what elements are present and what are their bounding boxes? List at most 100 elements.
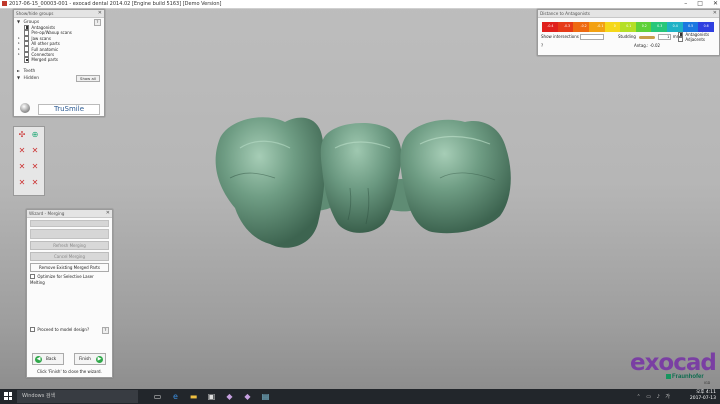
color-scale-label: 0 [613,24,616,28]
close-icon[interactable]: ✕ [106,210,110,217]
task-view-icon[interactable]: ▭ [152,391,163,402]
refresh-merging-button[interactable]: Refresh Merging [30,241,109,250]
view-top-icon[interactable]: ✕ [16,177,28,189]
studding-slider[interactable] [639,35,656,39]
hidden-section[interactable]: ▼ Hidden Show all [14,74,104,82]
checkbox[interactable] [30,273,36,280]
app-icon-1[interactable]: ◆ [224,391,235,402]
proceed-row[interactable]: Proceed to model design? ? [30,326,109,334]
wizard-title: Wizard - Merging [29,211,65,216]
help-button[interactable]: ? [102,327,109,334]
group-item-label: Jaw scans [31,35,51,41]
intersections-dropdown[interactable] [580,34,605,40]
view-navigation-widget: ✣ ⊕ ✕ ✕ ✕ ✕ ✕ ✕ [13,126,45,196]
color-scale-label: -0.4 [547,24,554,28]
groups-panel-title: Show/hide groups [16,11,54,16]
app-icon-3[interactable]: ▤ [260,391,271,402]
explorer-icon[interactable]: ▬ [188,391,199,402]
checkbox[interactable] [30,326,36,333]
distance-panel-title: Distance to Antagonists [540,11,590,16]
expand-arrow-icon[interactable]: ► [17,68,20,73]
back-label: Back [46,356,57,361]
group-item-label: Antagonists [31,25,56,30]
help-button[interactable]: ? [541,43,543,49]
distance-panel-header: Distance to Antagonists ✕ [538,10,719,18]
color-scale-label: 0.4 [672,24,678,28]
exocad-logo: exocad [630,350,717,376]
show-intersections-label: Show intersections [541,34,579,39]
optimize-slm-label: Optimize for Selective Laser Melting [30,274,94,285]
store-icon[interactable]: ▣ [206,391,217,402]
hidden-section-label: Hidden [23,75,40,81]
system-tray-icons[interactable]: ⌃ ▭ ♪ 가 [637,393,672,400]
windows-start-icon[interactable] [4,392,12,400]
checkbox[interactable] [24,57,30,63]
optimize-slm-row[interactable]: Optimize for Selective Laser Melting [30,273,109,285]
group-item-label: Pre-op/Waxup scans [31,30,72,36]
view-bottom-icon[interactable]: ✕ [29,177,41,189]
taskbar-search-input[interactable]: Windows 검색 [17,390,138,403]
show-all-button[interactable]: Show all [76,74,100,82]
remove-merged-parts-button[interactable]: Remove Existing Merged Parts [30,263,109,272]
edge-icon[interactable]: e [170,391,181,402]
collapse-arrow-icon[interactable]: ▼ [17,19,20,24]
app-icon-2[interactable]: ◆ [242,391,253,402]
finish-arrow-icon: ▶ [96,355,103,363]
color-scale-label: 0.6 [703,24,709,28]
groups-panel: Show/hide groups ✕ ▼ Groups ? Antagonist… [13,9,105,117]
studding-spin[interactable]: 1 [658,34,672,40]
view-back-icon[interactable]: ✕ [29,145,41,157]
finish-label: Finish [79,356,91,361]
studding-row[interactable]: Studding 1 mm [618,34,681,40]
brand-logo-icon [20,103,30,113]
group-item-label: Merged parts [31,57,58,63]
close-icon[interactable]: ✕ [98,10,102,17]
view-right-icon[interactable]: ✕ [29,161,41,173]
cancel-merging-button[interactable]: Cancel Merging [30,252,109,261]
wizard-panel: Wizard - Merging ✕ Refresh Merging Cance… [26,209,113,378]
collapse-arrow-icon[interactable]: ▼ [17,75,20,80]
window-controls: – □ ✕ [684,0,718,8]
minimize-button[interactable]: – [684,0,687,8]
color-scale-label: 0.1 [626,24,632,28]
antag-value: Antag.: -0.02 [634,43,661,48]
back-button[interactable]: ◀ Back [32,353,64,365]
window-title-bar: 2017-06-15_00003-001 - exocad dental 201… [0,0,720,9]
adjacents-label: Adjacents [685,37,706,42]
group-item-label: All other parts [31,41,60,47]
group-item-merged-parts[interactable]: Merged parts [14,57,104,63]
color-scale-label: -0.3 [563,24,571,28]
taskbar: Windows 검색 ▭ e ▬ ▣ ◆ ◆ ▤ ⌃ ▭ ♪ 가 오후 4:11… [0,389,720,404]
groups-panel-header: Show/hide groups ✕ [14,10,104,18]
clock[interactable]: 오후 4:11 2017-07-13 [690,390,716,402]
close-button[interactable]: ✕ [713,0,718,8]
color-scale-label: -0.2 [580,24,587,28]
teeth-section[interactable]: ► Teeth [14,67,104,74]
clock-date: 2017-07-13 [689,396,716,401]
color-scale-label: 0.5 [688,24,694,28]
trusmile-logo: TruSmile [38,104,100,115]
adjacents-row[interactable]: Adjacents [678,36,706,43]
fraunhofer-mark-icon [666,374,671,379]
rotate-view-icon[interactable]: ✣ [16,129,28,141]
color-scale-label: 0.3 [657,24,663,28]
fraunhofer-text: Fraunhofer [672,374,704,381]
view-left-icon[interactable]: ✕ [16,161,28,173]
brand-row: TruSmile [16,103,102,115]
zoom-icon[interactable]: ⊕ [29,129,41,141]
checkbox[interactable] [678,36,684,43]
fraunhofer-logo: Fraunhofer [666,374,704,380]
maximize-button[interactable]: □ [697,0,703,8]
show-intersections-row[interactable]: Show intersections [541,34,605,40]
dental-bridge-model[interactable] [200,108,520,263]
close-icon[interactable]: ✕ [713,10,717,17]
proceed-label: Proceed to model design? [37,327,90,332]
view-front-icon[interactable]: ✕ [16,145,28,157]
wizard-header: Wizard - Merging ✕ [27,210,112,218]
color-scale-label: 0.2 [641,24,647,28]
group-item-label: Connectors [31,51,55,57]
color-scale-label: -0.1 [597,24,604,28]
group-item-label: Full anatomic [31,46,59,52]
distance-panel: Distance to Antagonists ✕ -0.4 -0.3 -0.2 -0… [537,9,720,56]
finish-button[interactable]: Finish ▶ [74,353,106,365]
